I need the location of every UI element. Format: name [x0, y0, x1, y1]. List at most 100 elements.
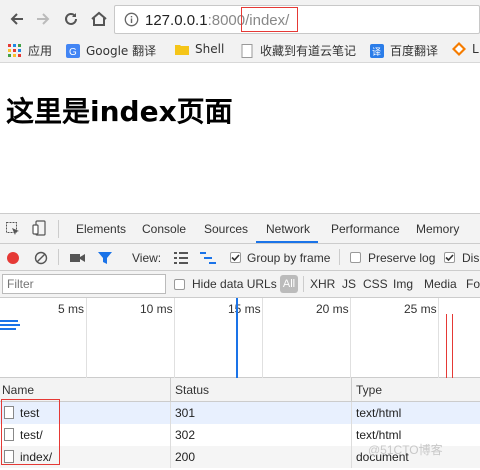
- url-port: :8000: [207, 12, 246, 29]
- checkmark-icon: [231, 254, 240, 262]
- devtools-tab-bar: Elements Console Sources Network Perform…: [0, 214, 480, 244]
- bookmark-label: 百度翻译: [390, 44, 439, 58]
- screenshot-video-icon[interactable]: [70, 252, 86, 264]
- record-icon[interactable]: [6, 251, 20, 265]
- timeline-label: 5 ms: [58, 302, 85, 316]
- timeline-label: 10 ms: [140, 302, 173, 316]
- bookmark-youdao[interactable]: 收藏到有道云笔记: [240, 42, 356, 59]
- load-marker: [446, 314, 447, 378]
- bookmark-label: 应用: [28, 44, 53, 58]
- reload-button[interactable]: [60, 8, 82, 30]
- tab-performance[interactable]: Performance: [331, 222, 400, 236]
- svg-text:译: 译: [372, 47, 381, 58]
- table-row[interactable]: test 301 text/html: [0, 402, 480, 424]
- request-status: 301: [175, 406, 196, 420]
- bookmark-label: Shell: [195, 42, 225, 56]
- bookmark-label: 收藏到有道云笔记: [260, 44, 357, 58]
- group-by-frame-checkbox[interactable]: [230, 252, 241, 263]
- network-timeline[interactable]: 5 ms 10 ms 15 ms 20 ms 25 ms: [0, 298, 480, 378]
- url-host: 127.0.0.1: [145, 12, 208, 29]
- timeline-request-bar: [0, 320, 18, 322]
- browser-toolbar: 127.0.0.1:8000/index/: [0, 0, 480, 38]
- column-divider[interactable]: [170, 378, 171, 402]
- bookmark-l[interactable]: L: [452, 42, 479, 56]
- column-status[interactable]: Status: [175, 383, 209, 397]
- filter-xhr[interactable]: XHR: [310, 277, 335, 291]
- disable-cache-checkbox[interactable]: [444, 252, 455, 263]
- column-divider[interactable]: [351, 378, 352, 402]
- filter-input[interactable]: [2, 274, 166, 294]
- bookmark-google-translate[interactable]: G Google 翻译: [66, 42, 156, 59]
- filter-js[interactable]: JS: [342, 277, 356, 291]
- column-divider: [351, 446, 352, 468]
- list-view-icon[interactable]: [174, 252, 188, 264]
- preserve-log-checkbox[interactable]: [350, 252, 361, 263]
- request-names-highlight: [1, 399, 60, 465]
- tab-console[interactable]: Console: [142, 222, 186, 236]
- hide-data-urls-checkbox[interactable]: [174, 279, 185, 290]
- network-filter-bar: Hide data URLs All XHR JS CSS Img Media …: [0, 271, 480, 298]
- bookmark-label: Google 翻译: [86, 44, 157, 58]
- diamond-icon: [452, 42, 466, 56]
- bookmark-baidu-translate[interactable]: 译 百度翻译: [370, 42, 438, 59]
- dom-content-loaded-marker: [236, 298, 238, 378]
- bookmarks-bar: 应用 G Google 翻译 Shell 收藏到有道云笔记 译 百度翻译 L: [0, 38, 480, 63]
- filter-font[interactable]: Fo: [466, 277, 480, 291]
- devtools-panel: Elements Console Sources Network Perform…: [0, 213, 480, 470]
- url-path-highlight: [241, 7, 298, 32]
- disable-cache-label: Dis: [462, 251, 480, 265]
- home-icon: [91, 11, 107, 26]
- timeline-request-bar: [0, 328, 16, 330]
- filter-css[interactable]: CSS: [363, 277, 388, 291]
- arrow-right-icon: [37, 13, 50, 25]
- tab-divider: [58, 220, 59, 238]
- clear-icon[interactable]: [34, 251, 48, 265]
- svg-text:G: G: [69, 47, 77, 58]
- column-type[interactable]: Type: [356, 383, 382, 397]
- folder-icon: [175, 45, 189, 55]
- home-button[interactable]: [88, 8, 110, 30]
- baidu-translate-icon: 译: [370, 43, 384, 58]
- filter-funnel-icon[interactable]: [98, 251, 112, 265]
- column-divider: [351, 424, 352, 446]
- tab-network[interactable]: Network: [266, 222, 310, 236]
- ctrl-divider: [58, 249, 59, 265]
- column-divider: [170, 402, 171, 424]
- google-translate-icon: G: [66, 43, 80, 58]
- address-bar[interactable]: 127.0.0.1:8000/index/: [114, 5, 480, 34]
- filter-media[interactable]: Media: [424, 277, 457, 291]
- tab-elements[interactable]: Elements: [76, 222, 126, 236]
- requests-header: Name Status Type: [0, 378, 480, 402]
- back-button[interactable]: [6, 8, 28, 30]
- request-type: text/html: [356, 428, 402, 442]
- watermark: @51CTO博客: [368, 443, 443, 457]
- checkmark-icon: [445, 254, 454, 262]
- column-divider: [170, 424, 171, 446]
- timeline-label: 15 ms: [228, 302, 261, 316]
- request-status: 200: [175, 450, 196, 464]
- bookmark-apps[interactable]: 应用: [8, 42, 52, 59]
- forward-button[interactable]: [32, 8, 54, 30]
- device-toolbar-icon[interactable]: [32, 220, 48, 236]
- filter-all-button[interactable]: All: [280, 275, 298, 293]
- timeline-gridline: [262, 298, 263, 378]
- apps-grid-icon: [8, 43, 21, 57]
- inspect-element-icon[interactable]: [6, 222, 20, 236]
- hide-data-urls-label: Hide data URLs: [192, 277, 277, 291]
- timeline-gridline: [438, 298, 439, 378]
- tab-sources[interactable]: Sources: [204, 222, 248, 236]
- timeline-gridline: [174, 298, 175, 378]
- timeline-label: 25 ms: [404, 302, 437, 316]
- reload-icon: [65, 12, 77, 25]
- column-name[interactable]: Name: [2, 383, 34, 397]
- timeline-gridline: [86, 298, 87, 378]
- timeline-request-bar: [0, 324, 20, 326]
- bookmark-shell[interactable]: Shell: [175, 42, 224, 56]
- tab-memory[interactable]: Memory: [416, 222, 459, 236]
- column-divider: [170, 446, 171, 468]
- load-marker: [452, 314, 453, 378]
- waterfall-view-icon[interactable]: [200, 252, 216, 264]
- filter-img[interactable]: Img: [393, 277, 413, 291]
- preserve-log-label: Preserve log: [368, 251, 436, 265]
- request-status: 302: [175, 428, 196, 442]
